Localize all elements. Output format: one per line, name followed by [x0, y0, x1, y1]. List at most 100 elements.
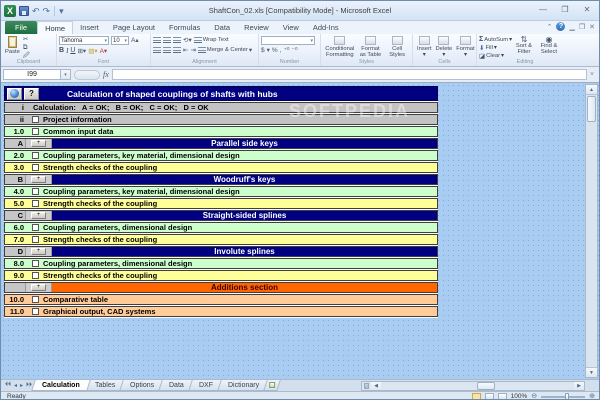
row-checkbox[interactable]	[32, 188, 39, 195]
expand-formula-bar-icon[interactable]: ˅	[587, 72, 597, 78]
next-sheet-icon[interactable]: ▸	[20, 382, 23, 389]
format-as-table-button[interactable]: Format as Table	[357, 35, 385, 59]
expand-button[interactable]: +	[31, 212, 46, 219]
name-box[interactable]: I99	[3, 69, 61, 80]
row-checkbox[interactable]	[32, 296, 39, 303]
workbook-close-icon[interactable]: ✕	[589, 23, 595, 31]
format-painter-icon[interactable]: 🖉	[23, 52, 30, 59]
underline-button[interactable]: U	[70, 47, 75, 55]
insert-worksheet-button[interactable]	[263, 380, 281, 391]
name-box-dropdown-icon[interactable]: ▾	[61, 69, 71, 80]
ribbon-tab-view[interactable]: View	[276, 21, 306, 34]
file-tab[interactable]: File	[5, 21, 37, 34]
row-checkbox[interactable]	[32, 200, 39, 207]
scroll-up-icon[interactable]: ▲	[586, 85, 597, 95]
sheet-tab-calculation[interactable]: Calculation	[31, 380, 90, 391]
first-sheet-icon[interactable]: ⏴⏴	[5, 382, 11, 389]
scroll-right-icon[interactable]: ▶	[574, 382, 584, 390]
borders-icon[interactable]: ⊞▾	[77, 48, 86, 55]
fill-color-icon[interactable]: ▨▾	[88, 48, 97, 55]
expand-button[interactable]: +	[31, 248, 46, 255]
align-middle-icon[interactable]	[163, 37, 171, 43]
copy-icon[interactable]: ⧉	[23, 44, 30, 51]
merge-center-button[interactable]: Merge & Center ▾	[198, 46, 252, 54]
decrease-decimal-icon[interactable]: ⁻⁰	[292, 47, 298, 54]
align-right-icon[interactable]	[173, 47, 181, 53]
delete-cells-button[interactable]: Delete ▾	[434, 35, 455, 59]
align-center-icon[interactable]	[163, 47, 171, 53]
zoom-out-icon[interactable]: ⊖	[531, 393, 537, 400]
normal-view-button[interactable]	[472, 393, 481, 400]
row-checkbox[interactable]	[32, 224, 39, 231]
increase-decimal-icon[interactable]: ⁺⁰	[283, 47, 289, 54]
comma-button[interactable]: ,	[280, 47, 282, 54]
ribbon-tab-review[interactable]: Review	[237, 21, 276, 34]
zoom-level-label[interactable]: 100%	[511, 393, 528, 400]
font-color-icon[interactable]: A▾	[100, 48, 108, 55]
fill-button[interactable]: ⬇ Fill ▾	[479, 44, 512, 52]
page-break-view-button[interactable]	[498, 393, 507, 400]
align-top-icon[interactable]	[153, 37, 161, 43]
increase-indent-icon[interactable]: ⇥	[190, 47, 195, 54]
align-left-icon[interactable]	[153, 47, 161, 53]
row-checkbox[interactable]	[32, 272, 39, 279]
cell-styles-button[interactable]: Cell Styles	[384, 35, 410, 59]
wrap-text-button[interactable]: Wrap Text	[194, 36, 229, 44]
globe-button[interactable]	[7, 88, 22, 100]
italic-button[interactable]: I	[66, 47, 68, 55]
expand-button[interactable]: +	[31, 176, 46, 183]
close-button[interactable]: ✕	[579, 4, 595, 16]
row-checkbox[interactable]	[32, 236, 39, 243]
ribbon-tab-home[interactable]: Home	[37, 21, 73, 34]
ribbon-tab-data[interactable]: Data	[207, 21, 237, 34]
zoom-in-icon[interactable]: ⊕	[589, 393, 595, 400]
tab-split-handle[interactable]	[364, 383, 369, 389]
row-checkbox[interactable]	[32, 128, 39, 135]
insert-cells-button[interactable]: Insert ▾	[415, 35, 434, 59]
expand-button[interactable]: +	[31, 140, 46, 147]
help-icon[interactable]: ?	[556, 22, 565, 31]
vertical-scrollbar[interactable]: ▲ ▼	[585, 84, 598, 378]
sort-filter-button[interactable]: ⇅ Sort & Filter	[512, 35, 536, 59]
conditional-formatting-button[interactable]: Conditional Formatting	[323, 35, 357, 59]
row-checkbox[interactable]	[32, 116, 39, 123]
formula-input[interactable]	[112, 69, 587, 80]
currency-button[interactable]: $	[261, 47, 265, 54]
orientation-icon[interactable]: ⟲▾	[183, 37, 192, 44]
cut-icon[interactable]: ✂	[23, 36, 30, 43]
ribbon-tab-page-layout[interactable]: Page Layout	[106, 21, 162, 34]
scroll-down-icon[interactable]: ▼	[586, 367, 597, 377]
percent-button[interactable]: %	[272, 47, 278, 54]
row-checkbox[interactable]	[32, 164, 39, 171]
decrease-indent-icon[interactable]: ⇤	[183, 47, 188, 54]
font-size-combo[interactable]: 10 ▾	[111, 36, 129, 45]
horizontal-scroll-thumb[interactable]	[477, 382, 495, 390]
workbook-restore-icon[interactable]: ❐	[579, 23, 585, 31]
minimize-button[interactable]: —	[535, 4, 551, 16]
grow-font-icon[interactable]: A▴	[131, 37, 139, 44]
vertical-scroll-thumb[interactable]	[587, 96, 596, 122]
workbook-minimize-icon[interactable]: ▁	[569, 23, 574, 31]
autosum-button[interactable]: Σ AutoSum ▾	[479, 36, 512, 44]
scroll-left-icon[interactable]: ◀	[371, 382, 381, 390]
row-checkbox[interactable]	[32, 152, 39, 159]
previous-sheet-icon[interactable]: ◂	[14, 382, 17, 389]
horizontal-scroll-track[interactable]	[381, 382, 574, 390]
maximize-button[interactable]: ❐	[557, 4, 573, 16]
row-checkbox[interactable]	[32, 308, 39, 315]
font-family-combo[interactable]: Tahoma ▾	[59, 36, 109, 45]
expand-button[interactable]: +	[31, 284, 46, 291]
number-format-combo[interactable]: ▾	[261, 36, 315, 45]
row-checkbox[interactable]	[32, 260, 39, 267]
align-bottom-icon[interactable]	[173, 37, 181, 43]
find-select-button[interactable]: ◉ Find & Select	[536, 35, 562, 59]
sheet-tab-dictionary[interactable]: Dictionary	[217, 380, 270, 391]
ribbon-tab-add-ins[interactable]: Add-Ins	[306, 21, 346, 34]
paste-button[interactable]: Paste	[3, 35, 22, 59]
page-layout-view-button[interactable]	[485, 393, 494, 400]
fx-icon[interactable]: fx	[103, 70, 109, 79]
sheet-help-button[interactable]: ?	[24, 88, 39, 100]
ribbon-tab-formulas[interactable]: Formulas	[162, 21, 207, 34]
minimize-ribbon-icon[interactable]: ⌃	[547, 23, 553, 31]
bold-button[interactable]: B	[59, 47, 64, 55]
